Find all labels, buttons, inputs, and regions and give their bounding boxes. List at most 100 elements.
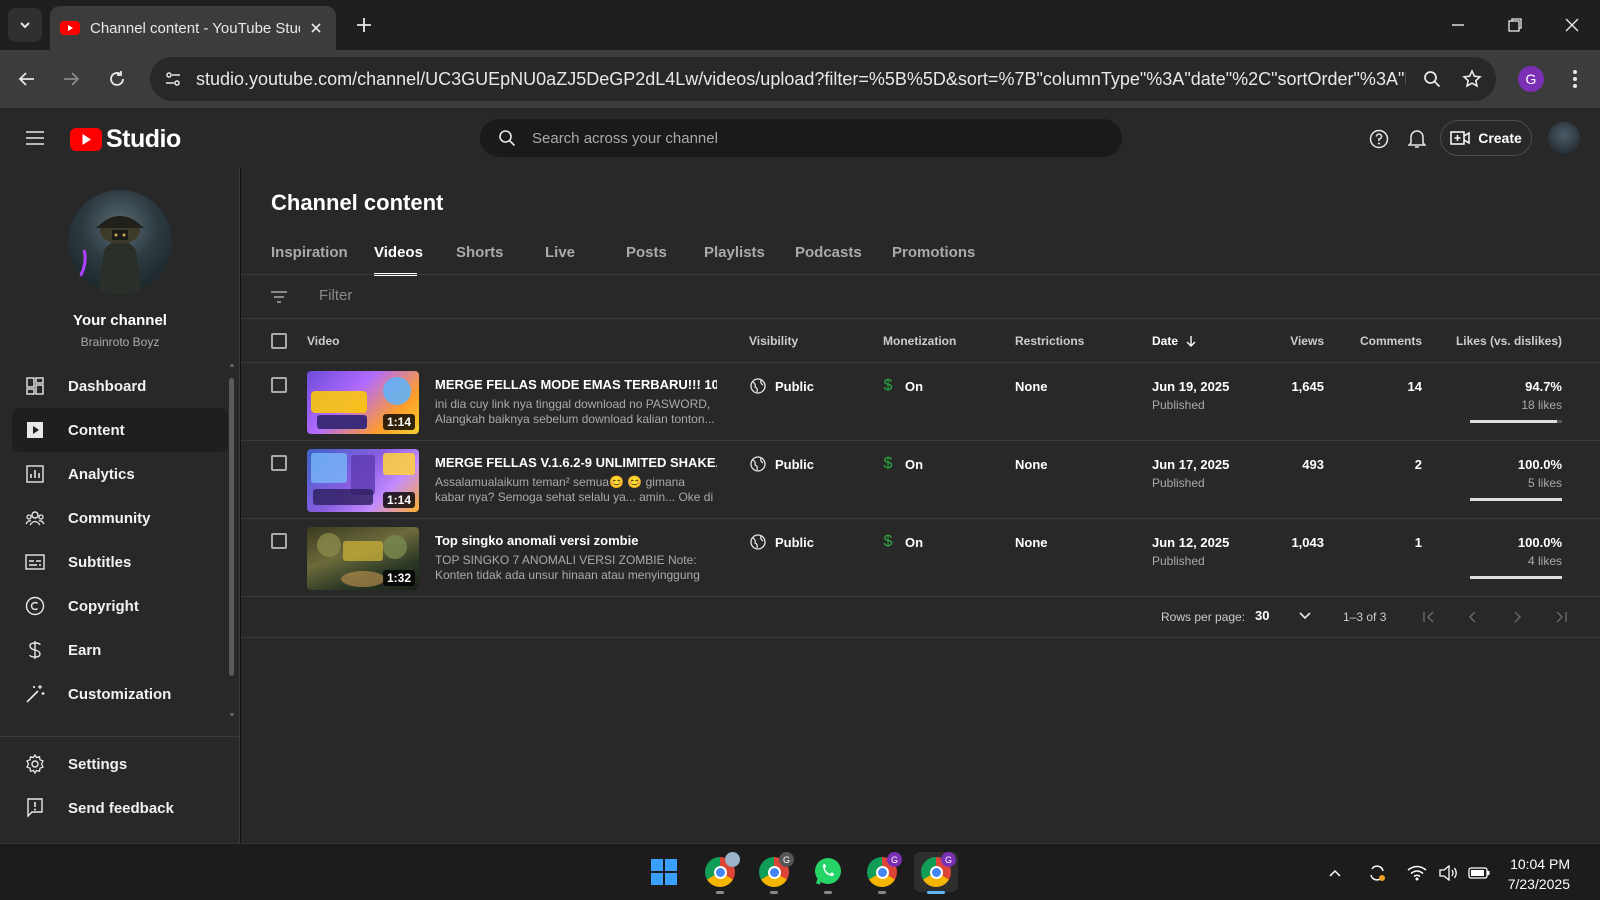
site-info-icon[interactable] xyxy=(158,64,188,94)
column-likes[interactable]: Likes (vs. dislikes) xyxy=(1456,334,1562,348)
select-all-checkbox[interactable] xyxy=(271,333,287,349)
create-button[interactable]: Create xyxy=(1440,120,1532,156)
tab-posts[interactable]: Posts xyxy=(626,244,704,274)
close-tab-icon[interactable] xyxy=(306,18,326,38)
minimize-icon[interactable] xyxy=(1446,13,1470,37)
likes-ratio-bar xyxy=(1470,576,1562,579)
sync-icon[interactable] xyxy=(1366,862,1388,884)
taskbar-chrome-4[interactable]: G xyxy=(914,852,958,894)
tab-search-button[interactable] xyxy=(8,8,42,42)
address-bar[interactable]: studio.youtube.com/channel/UC3GUEpNU0aZJ… xyxy=(150,57,1496,101)
sidebar-item-content[interactable]: Content xyxy=(12,408,228,452)
taskbar-whatsapp[interactable] xyxy=(806,852,850,894)
taskbar-chrome-2[interactable]: G xyxy=(752,852,796,894)
search-input[interactable] xyxy=(532,129,1092,147)
back-icon[interactable] xyxy=(14,66,40,92)
row-checkbox[interactable] xyxy=(271,377,287,393)
tab-playlists[interactable]: Playlists xyxy=(704,244,795,274)
filter-icon[interactable] xyxy=(269,287,289,307)
filter-input[interactable] xyxy=(319,287,919,304)
monetization-cell[interactable]: $ On xyxy=(881,533,924,551)
wifi-icon[interactable] xyxy=(1406,862,1428,884)
column-restrictions[interactable]: Restrictions xyxy=(1015,334,1084,348)
notifications-bell-icon[interactable] xyxy=(1404,126,1430,152)
sidebar-scrollbar[interactable] xyxy=(229,378,234,676)
create-label: Create xyxy=(1478,130,1522,146)
video-title[interactable]: Top singko anomali versi zombie xyxy=(435,533,717,548)
sidebar-item-label: Settings xyxy=(68,755,128,773)
reload-icon[interactable] xyxy=(104,66,130,92)
windows-start-button[interactable] xyxy=(642,852,686,892)
tab-promotions[interactable]: Promotions xyxy=(892,244,982,274)
visibility-cell[interactable]: Public xyxy=(749,455,814,473)
comments-value[interactable]: 1 xyxy=(1415,535,1422,550)
column-comments[interactable]: Comments xyxy=(1360,334,1422,348)
sidebar-item-community[interactable]: Community xyxy=(12,496,228,540)
column-visibility[interactable]: Visibility xyxy=(749,334,798,348)
column-monetization[interactable]: Monetization xyxy=(883,334,956,348)
table-row[interactable]: 1:14 MERGE FELLAS MODE EMAS TERBARU!!! 1… xyxy=(241,363,1600,441)
dashboard-icon xyxy=(24,375,46,397)
sidebar-item-earn[interactable]: Earn xyxy=(12,628,228,672)
comments-value[interactable]: 2 xyxy=(1415,457,1422,472)
visibility-cell[interactable]: Public xyxy=(749,533,814,551)
restore-icon[interactable] xyxy=(1503,13,1527,37)
new-tab-icon[interactable] xyxy=(352,13,376,37)
comments-value[interactable]: 14 xyxy=(1408,379,1422,394)
battery-icon[interactable] xyxy=(1468,862,1490,884)
chevron-down-icon[interactable] xyxy=(1297,608,1313,624)
tab-videos[interactable]: Videos xyxy=(374,244,423,276)
search-bar[interactable] xyxy=(480,119,1122,157)
help-icon[interactable] xyxy=(1366,126,1392,152)
show-hidden-icons-chevron-icon[interactable] xyxy=(1324,862,1346,884)
sidebar-item-customization[interactable]: Customization xyxy=(12,672,228,716)
tab-live[interactable]: Live xyxy=(545,244,626,274)
tab-shorts[interactable]: Shorts xyxy=(456,244,545,274)
video-thumbnail[interactable]: 1:32 xyxy=(307,527,419,590)
first-page-icon[interactable] xyxy=(1419,607,1439,627)
sidebar-item-subtitles[interactable]: Subtitles xyxy=(12,540,228,584)
visibility-cell[interactable]: Public xyxy=(749,377,814,395)
browser-menu-icon[interactable] xyxy=(1562,66,1588,92)
row-checkbox[interactable] xyxy=(271,533,287,549)
scroll-down-icon[interactable] xyxy=(229,710,235,720)
taskbar-chrome-1[interactable] xyxy=(698,852,742,894)
column-date[interactable]: Date xyxy=(1152,334,1196,348)
tab-inspiration[interactable]: Inspiration xyxy=(271,244,374,274)
table-row[interactable]: 1:32 Top singko anomali versi zombie TOP… xyxy=(241,519,1600,597)
previous-page-icon[interactable] xyxy=(1463,607,1483,627)
forward-icon[interactable] xyxy=(58,66,84,92)
channel-avatar[interactable] xyxy=(68,190,172,294)
last-page-icon[interactable] xyxy=(1551,607,1571,627)
browser-tab-active[interactable]: Channel content - YouTube Studio xyxy=(50,6,336,50)
sidebar-item-analytics[interactable]: Analytics xyxy=(12,452,228,496)
monetization-cell[interactable]: $ On xyxy=(881,455,924,473)
studio-logo[interactable]: Studio xyxy=(70,125,181,154)
close-window-icon[interactable] xyxy=(1560,13,1584,37)
row-checkbox[interactable] xyxy=(271,455,287,471)
browser-profile-avatar[interactable]: G xyxy=(1518,66,1544,92)
rows-per-page-select[interactable]: 30 xyxy=(1255,608,1269,623)
video-title[interactable]: MERGE FELLAS V.1.6.2-9 UNLIMITED SHAKE, … xyxy=(435,455,717,470)
zoom-icon[interactable] xyxy=(1418,65,1446,93)
scroll-up-icon[interactable] xyxy=(229,360,235,370)
account-avatar[interactable] xyxy=(1548,122,1580,154)
sidebar-item-send-feedback[interactable]: Send feedback xyxy=(12,786,228,830)
video-title[interactable]: MERGE FELLAS MODE EMAS TERBARU!!! 100% L… xyxy=(435,377,717,392)
tab-podcasts[interactable]: Podcasts xyxy=(795,244,892,274)
bookmark-star-icon[interactable] xyxy=(1458,65,1486,93)
sidebar-item-dashboard[interactable]: Dashboard xyxy=(12,364,228,408)
sidebar-item-copyright[interactable]: Copyright xyxy=(12,584,228,628)
sidebar-item-settings[interactable]: Settings xyxy=(12,742,228,786)
system-clock[interactable]: 10:04 PM 7/23/2025 xyxy=(1508,854,1570,894)
column-views[interactable]: Views xyxy=(1290,334,1324,348)
taskbar-chrome-3[interactable]: G xyxy=(860,852,904,894)
monetization-cell[interactable]: $ On xyxy=(881,377,924,395)
table-row[interactable]: 1:14 MERGE FELLAS V.1.6.2-9 UNLIMITED SH… xyxy=(241,441,1600,519)
volume-icon[interactable] xyxy=(1438,862,1460,884)
video-thumbnail[interactable]: 1:14 xyxy=(307,371,419,434)
next-page-icon[interactable] xyxy=(1507,607,1527,627)
likes-percent: 94.7% xyxy=(1525,379,1562,394)
video-thumbnail[interactable]: 1:14 xyxy=(307,449,419,512)
hamburger-menu-icon[interactable] xyxy=(22,126,48,150)
